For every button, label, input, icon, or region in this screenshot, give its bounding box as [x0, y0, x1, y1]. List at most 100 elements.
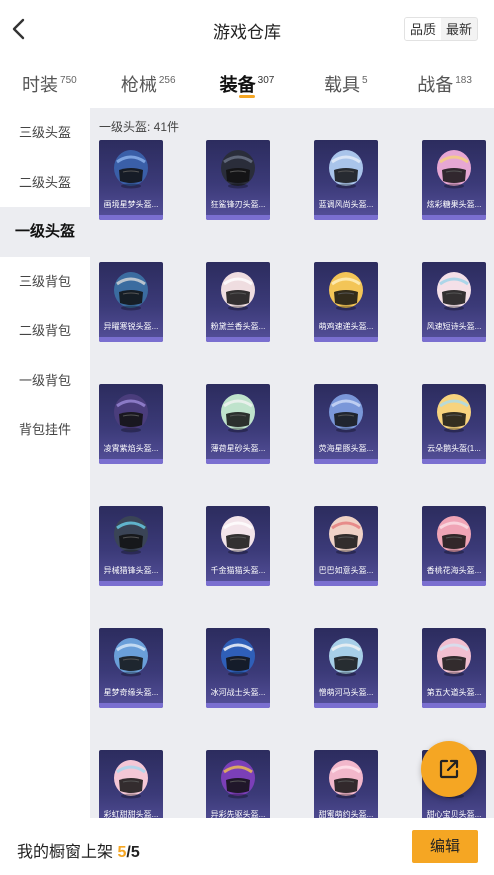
item-thumbnail: 狂鲨锋刃头盔...	[206, 140, 270, 220]
item-thumbnail: 异械猎锋头盔...	[99, 506, 163, 586]
helmet-icon	[114, 638, 148, 677]
item-card[interactable]: 风速短诗头盔...	[422, 262, 486, 342]
sidebar-item-backpack-charm[interactable]: 背包挂件	[0, 405, 90, 455]
item-name: 星梦奇缘头盔...	[103, 688, 159, 697]
item-name: 憎萌河马头盔...	[318, 688, 374, 697]
item-card[interactable]: 萌鸡速递头盔...	[314, 262, 378, 342]
item-card[interactable]: 画境星梦头盔...	[99, 140, 163, 220]
item-card[interactable]: 云朵鹅头盔(1...	[422, 384, 486, 464]
item-card[interactable]: 狂鲨锋刃头盔...	[206, 140, 270, 220]
helmet-icon	[329, 272, 363, 311]
item-thumbnail: 薄荷星砂头盔...	[206, 384, 270, 464]
helmet-icon	[221, 760, 255, 799]
item-thumbnail: 千金猫猫头盔...	[206, 506, 270, 586]
helmet-icon	[329, 150, 363, 189]
sidebar-item-helmet-lv2[interactable]: 二级头盔	[0, 158, 90, 208]
helmet-icon	[114, 760, 148, 799]
shelf-total: 5	[130, 844, 140, 861]
tab-label: 时装	[22, 75, 59, 95]
tab-fashion[interactable]: 时装 750	[0, 58, 99, 108]
tab-label: 枪械	[120, 75, 157, 95]
tab-count: 5	[362, 75, 368, 86]
helmet-icon	[437, 516, 471, 555]
helmet-icon	[114, 272, 148, 311]
item-card[interactable]: 彩虹甜甜头盔...	[99, 750, 163, 818]
helmet-icon	[329, 516, 363, 555]
item-card[interactable]: 憎萌河马头盔...	[314, 628, 378, 708]
item-thumbnail: 甜蜜萌约头盔...	[314, 750, 378, 818]
item-thumbnail: 巴巴如意头盔...	[314, 506, 378, 586]
tab-equipment[interactable]: 装备 307	[198, 58, 297, 108]
sidebar-item-backpack-lv1[interactable]: 一级背包	[0, 356, 90, 406]
item-thumbnail: 香桃花海头盔...	[422, 506, 486, 586]
item-card[interactable]: 巴巴如意头盔...	[314, 506, 378, 586]
item-card[interactable]: 星梦奇缘头盔...	[99, 628, 163, 708]
item-card[interactable]: 第五大道头盔...	[422, 628, 486, 708]
sidebar-item-backpack-lv3[interactable]: 三级背包	[0, 257, 90, 307]
sidebar-item-helmet-lv1[interactable]: 一级头盔	[0, 207, 90, 257]
sort-option-latest[interactable]: 最新	[441, 18, 477, 40]
item-thumbnail: 风速短诗头盔...	[422, 262, 486, 342]
item-name: 第五大道头盔...	[426, 688, 482, 697]
tab-label: 战备	[417, 75, 454, 95]
item-name: 千金猫猫头盔...	[210, 566, 266, 575]
tab-label: 载具	[324, 75, 360, 95]
item-grid-area[interactable]: 一级头盔: 41件 画境星梦头盔... 狂鲨锋刃头盔... 蓝调风尚头盔... 炫彩糖…	[90, 108, 494, 818]
item-card[interactable]: 炫彩糖果头盔...	[422, 140, 486, 220]
helmet-icon	[437, 150, 471, 189]
item-card[interactable]: 香桃花海头盔...	[422, 506, 486, 586]
sidebar-item-helmet-lv3[interactable]: 三级头盔	[0, 108, 90, 158]
item-thumbnail: 凌霄紫焰头盔...	[99, 384, 163, 464]
helmet-icon	[114, 394, 148, 433]
item-name: 风速短诗头盔...	[426, 322, 482, 331]
item-card[interactable]: 凌霄紫焰头盔...	[99, 384, 163, 464]
tab-vehicles[interactable]: 载具 5	[296, 58, 395, 108]
item-name: 云朵鹅头盔(1...	[427, 444, 481, 453]
item-thumbnail: 炫彩糖果头盔...	[422, 140, 486, 220]
shelf-status: 我的橱窗上架 5/5	[17, 838, 140, 862]
item-card[interactable]: 异曜寒锐头盔...	[99, 262, 163, 342]
helmet-icon	[221, 272, 255, 311]
item-card[interactable]: 冰河战士头盔...	[206, 628, 270, 708]
helmet-icon	[221, 394, 255, 433]
item-name: 异械猎锋头盔...	[103, 566, 159, 575]
helmet-icon	[329, 638, 363, 677]
item-card[interactable]: 异彩先驱头盔...	[206, 750, 270, 818]
item-card[interactable]: 甜蜜萌约头盔...	[314, 750, 378, 818]
tab-count: 256	[158, 75, 176, 86]
item-card[interactable]: 薄荷星砂头盔...	[206, 384, 270, 464]
section-title: 一级头盔: 41件	[99, 120, 180, 134]
helmet-icon	[437, 272, 471, 311]
item-card[interactable]: 异械猎锋头盔...	[99, 506, 163, 586]
item-name: 荧海星豚头盔...	[318, 444, 374, 453]
item-card[interactable]: 蓝调风尚头盔...	[314, 140, 378, 220]
item-thumbnail: 荧海星豚头盔...	[314, 384, 378, 464]
share-external-icon	[439, 759, 459, 779]
item-name: 甜心宝贝头盔...	[426, 810, 482, 818]
tab-guns[interactable]: 枪械 256	[99, 58, 198, 108]
item-thumbnail: 粉黛兰香头盔...	[206, 262, 270, 342]
helmet-icon	[221, 638, 255, 677]
helmet-icon	[329, 394, 363, 433]
edit-button[interactable]: 编辑	[412, 830, 478, 863]
tab-supplies[interactable]: 战备 183	[395, 58, 494, 108]
item-card[interactable]: 粉黛兰香头盔...	[206, 262, 270, 342]
item-thumbnail: 异彩先驱头盔...	[206, 750, 270, 818]
item-thumbnail: 憎萌河马头盔...	[314, 628, 378, 708]
item-thumbnail: 画境星梦头盔...	[99, 140, 163, 220]
sort-toggle[interactable]: 品质 最新	[403, 17, 478, 41]
tab-count: 183	[455, 75, 472, 86]
category-tabs: 时装 750 枪械 256 装备 307 载具 5 战备 183	[0, 58, 494, 108]
item-name: 甜蜜萌约头盔...	[318, 810, 374, 818]
item-card[interactable]: 荧海星豚头盔...	[314, 384, 378, 464]
item-thumbnail: 第五大道头盔...	[422, 628, 486, 708]
share-button[interactable]	[421, 741, 477, 797]
item-card[interactable]: 千金猫猫头盔...	[206, 506, 270, 586]
item-name: 画境星梦头盔...	[103, 200, 159, 209]
sidebar-item-backpack-lv2[interactable]: 二级背包	[0, 306, 90, 356]
tab-underline	[238, 95, 255, 98]
bottom-bar: 我的橱窗上架 5/5 编辑	[0, 818, 494, 875]
item-name: 异曜寒锐头盔...	[103, 322, 159, 331]
sort-option-quality[interactable]: 品质	[404, 18, 441, 40]
item-thumbnail: 彩虹甜甜头盔...	[99, 750, 163, 818]
